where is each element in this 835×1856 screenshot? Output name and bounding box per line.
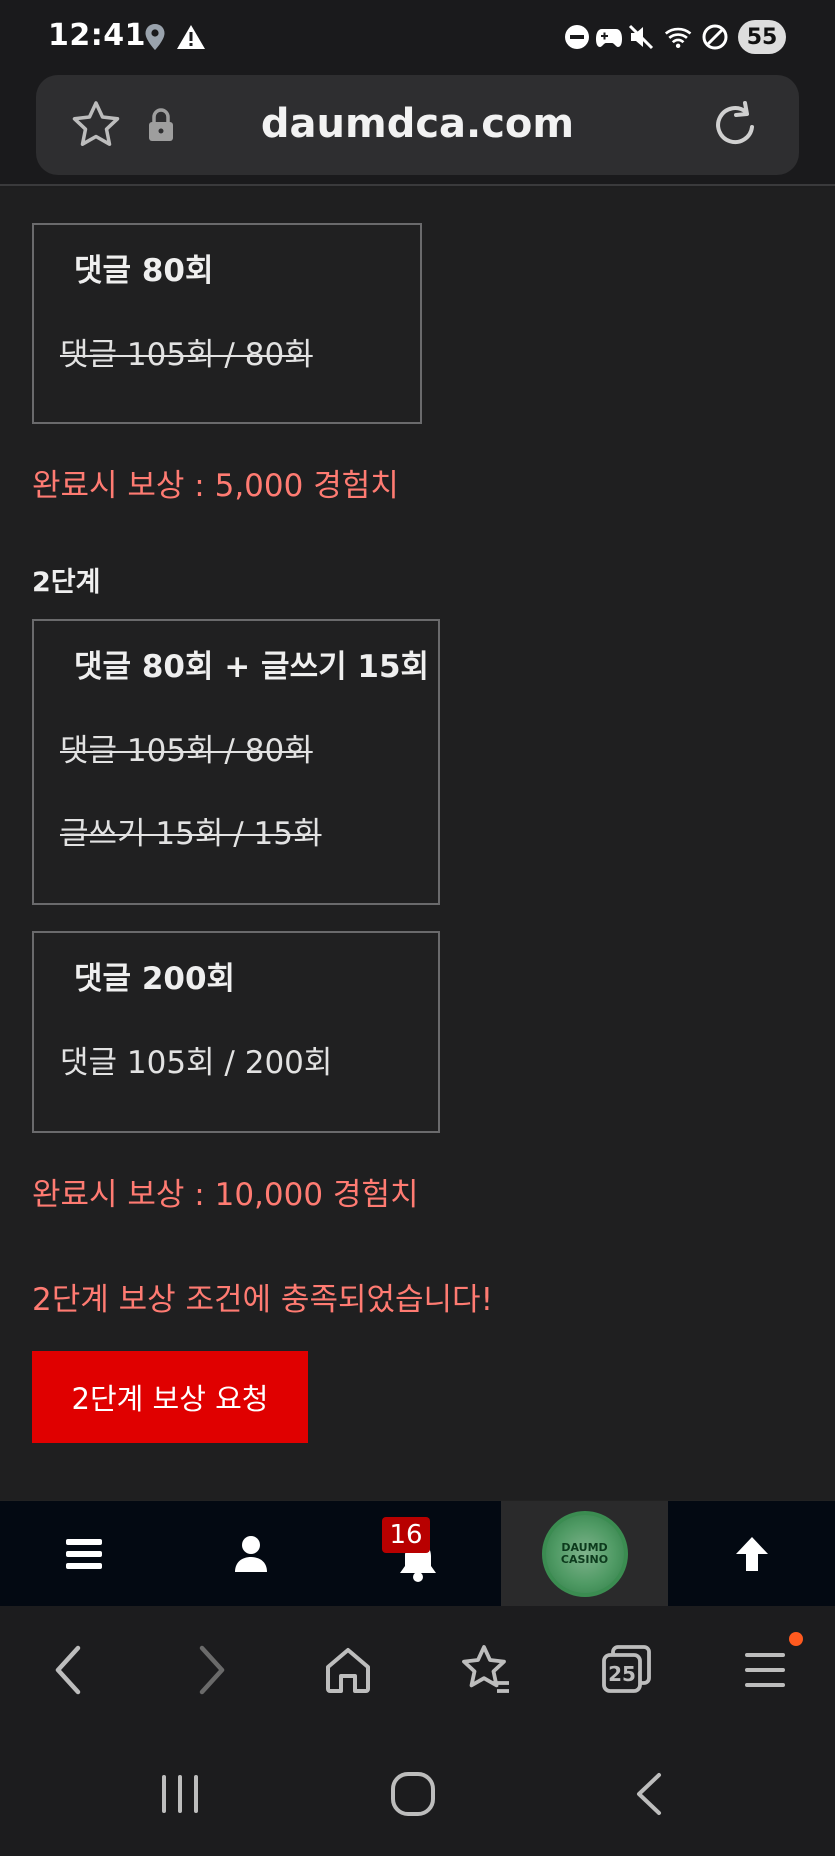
mission-content: 댓글 80회 댓글 105회 / 80회 완료시 보상 : 5,000 경험치 … [0, 188, 835, 1500]
mission-progress-completed: 댓글 105회 / 80회 [60, 733, 313, 769]
mission-title: 댓글 80회 [74, 253, 214, 289]
arrow-up-icon [735, 1537, 768, 1571]
casino-logo-button[interactable]: DAUMD CASINO [501, 1501, 668, 1607]
browser-menu-button[interactable] [735, 1640, 795, 1700]
home-circle-icon [391, 1772, 435, 1816]
url-text: daumdca.com [260, 101, 575, 147]
home-system-button[interactable] [383, 1764, 443, 1824]
reload-icon[interactable] [708, 97, 764, 153]
bookmarks-star-icon [462, 1645, 509, 1693]
back-system-button[interactable] [620, 1764, 680, 1824]
home-icon [326, 1648, 370, 1693]
site-bottom-nav: 16 DAUMD CASINO [0, 1500, 835, 1607]
stage1-reward-text: 완료시 보상 : 5,000 경험치 [32, 468, 399, 504]
tabs-count: 25 [608, 1662, 636, 1686]
back-button[interactable] [38, 1640, 98, 1700]
forward-button[interactable] [182, 1640, 242, 1700]
home-button[interactable] [318, 1640, 378, 1700]
user-icon [234, 1536, 267, 1572]
browser-url-area: daumdca.com [0, 72, 835, 186]
wifi-icon [664, 22, 694, 52]
mission-progress-completed: 글쓰기 15회 / 15회 [60, 816, 322, 852]
menu-notification-dot [789, 1632, 803, 1646]
url-bar[interactable]: daumdca.com [36, 75, 799, 175]
chevron-right-icon [199, 1645, 225, 1695]
bookmarks-button[interactable] [456, 1640, 516, 1700]
menu-button[interactable] [0, 1501, 167, 1607]
mission-progress-completed: 댓글 105회 / 80회 [60, 337, 313, 373]
mission-box-stage2-a: 댓글 80회 + 글쓰기 15회 댓글 105회 / 80회 글쓰기 15회 /… [32, 619, 440, 905]
status-time: 12:41 [48, 18, 146, 53]
tabs-button[interactable]: 25 [596, 1640, 656, 1700]
stage2-reward-text: 완료시 보상 : 10,000 경험치 [32, 1177, 419, 1213]
recents-button[interactable] [150, 1764, 210, 1824]
alert-icon [176, 22, 206, 52]
location-icon [140, 22, 170, 52]
block-icon [700, 22, 730, 52]
logo-text-line2: CASINO [560, 1553, 609, 1566]
stage2-label: 2단계 [32, 567, 101, 598]
back-arrow-icon [637, 1773, 661, 1815]
stage2-notice-text: 2단계 보상 조건에 충족되었습니다! [32, 1282, 493, 1318]
mission-progress: 댓글 105회 / 200회 [60, 1045, 333, 1081]
scroll-top-button[interactable] [668, 1501, 835, 1607]
mission-box-stage2-b: 댓글 200회 댓글 105회 / 200회 [32, 931, 440, 1133]
request-reward-button[interactable]: 2단계 보상 요청 [32, 1351, 308, 1443]
status-bar: 12:41 55 [0, 0, 835, 72]
mission-title: 댓글 200회 [74, 961, 236, 997]
tabs-icon: 25 [602, 1645, 651, 1693]
notification-count-badge: 16 [382, 1517, 430, 1553]
dnd-icon [562, 22, 592, 52]
chevron-left-icon [55, 1645, 81, 1695]
mission-title: 댓글 80회 + 글쓰기 15회 [74, 649, 430, 685]
recents-icon [162, 1775, 198, 1813]
account-button[interactable] [167, 1501, 334, 1607]
mute-icon [626, 22, 656, 52]
game-icon [594, 22, 624, 52]
menu-lines-icon [745, 1653, 785, 1687]
system-nav-bar [0, 1734, 835, 1856]
mission-box-stage1: 댓글 80회 댓글 105회 / 80회 [32, 223, 422, 424]
hamburger-icon [65, 1539, 102, 1569]
battery-indicator: 55 [738, 20, 786, 54]
daumd-casino-logo: DAUMD CASINO [541, 1511, 628, 1597]
browser-toolbar: 25 [0, 1606, 835, 1734]
